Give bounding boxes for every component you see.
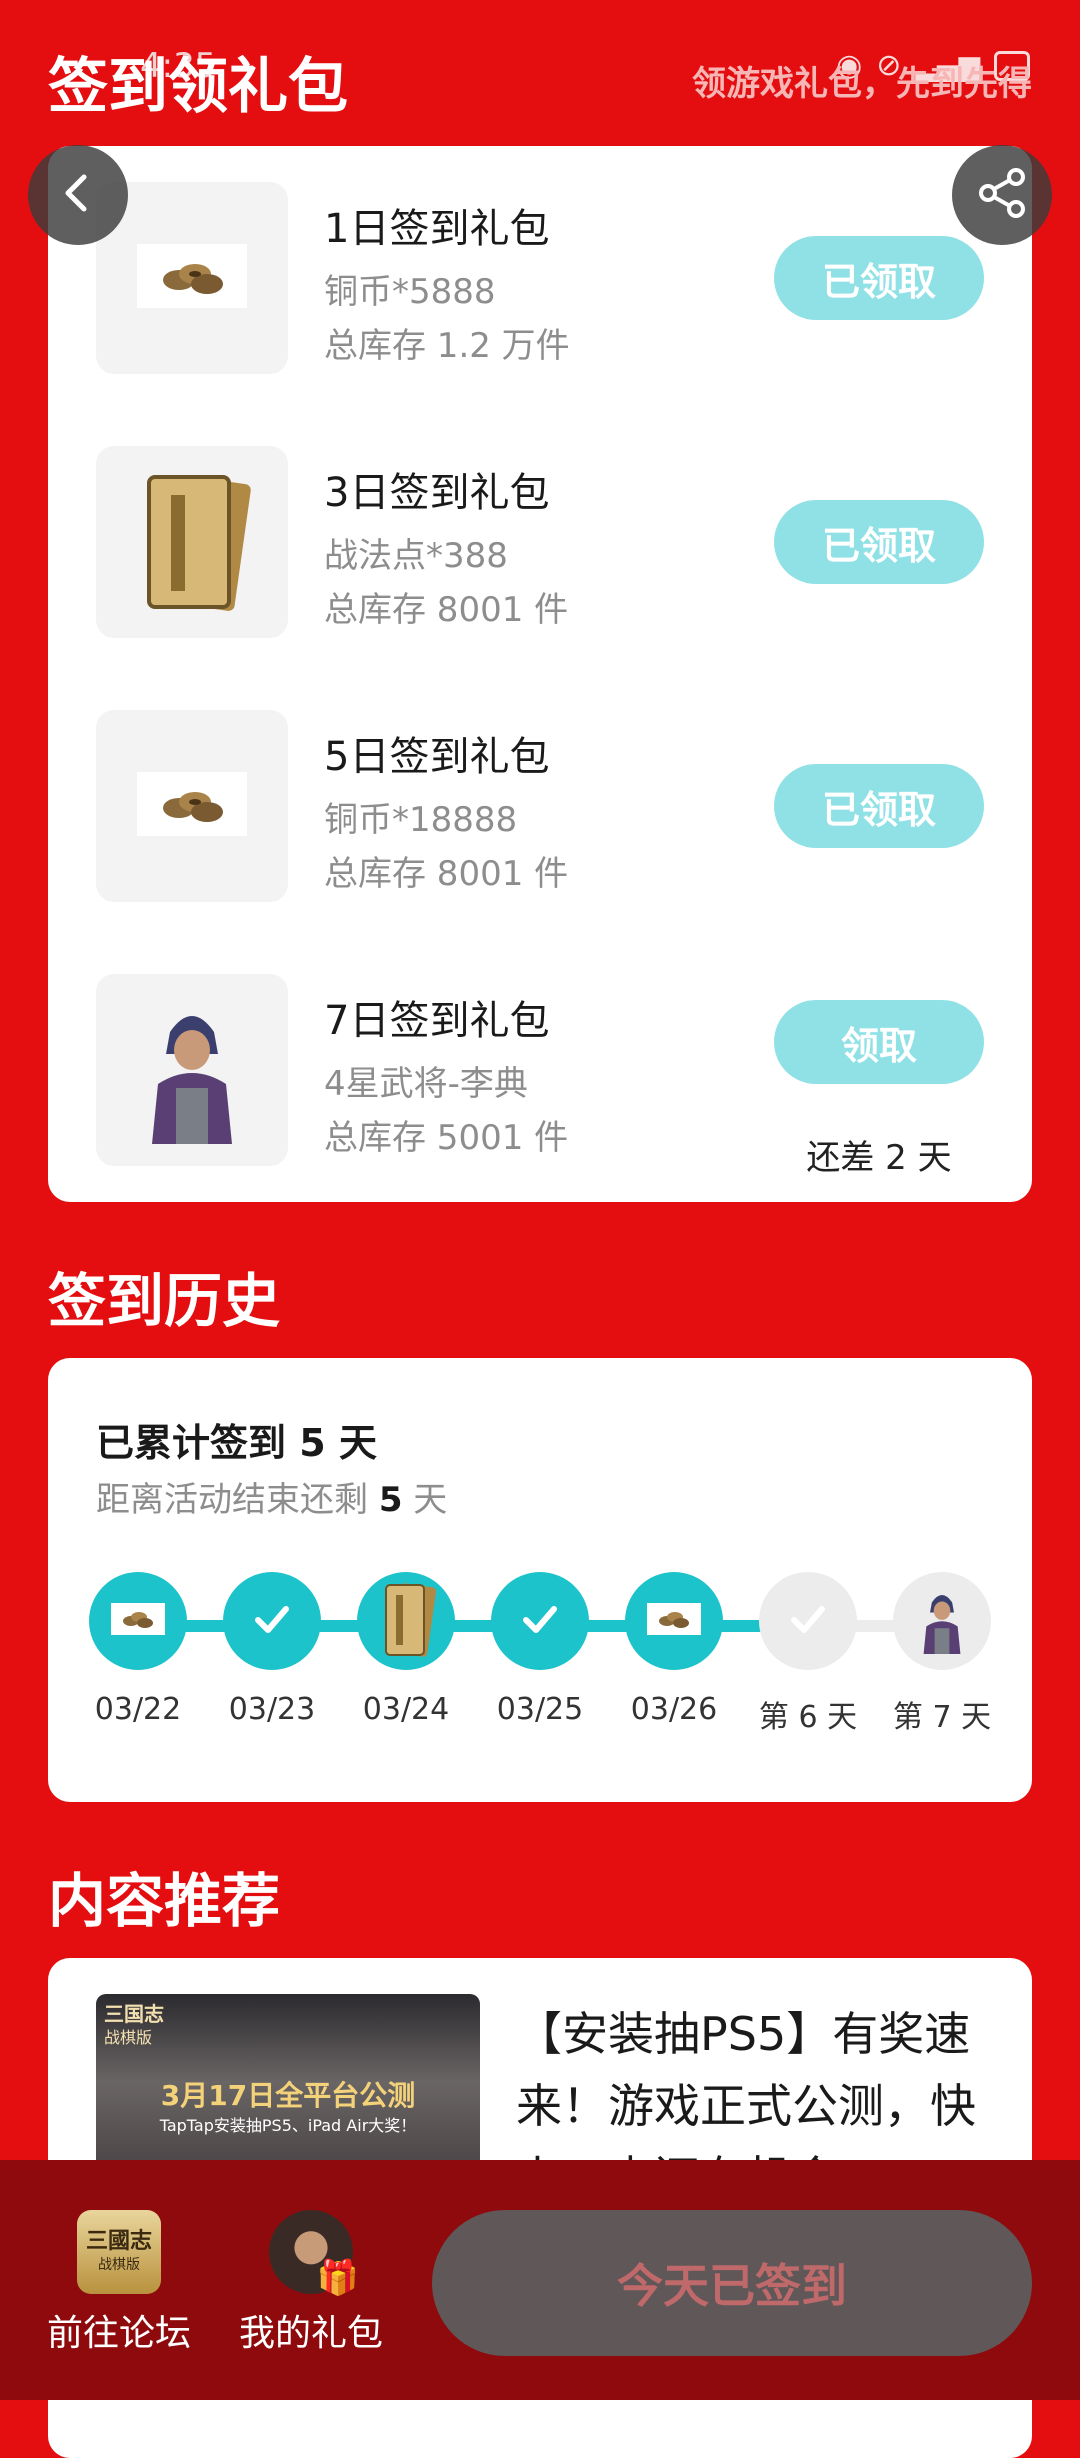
tactic-book-icon — [376, 1579, 437, 1663]
forum-label: 前往论坛 — [46, 2313, 191, 2354]
timeline-label: 03/23 — [228, 1692, 316, 1727]
gift-item: 战法点*388 — [324, 536, 508, 576]
timeline-label: 第 7 天 — [892, 1700, 992, 1735]
timeline-node-day5 — [625, 1572, 723, 1670]
timeline-label: 03/22 — [94, 1692, 182, 1727]
copper-coins-icon — [137, 244, 247, 312]
recommend-section-title: 内容推荐 — [48, 1867, 281, 1935]
history-card: 已累计签到 5 天 距离活动结束还剩 5 天 03/22 03/23 03/24… — [48, 1358, 1032, 1802]
timeline-node-day4 — [491, 1572, 589, 1670]
timeline-label: 第 6 天 — [758, 1700, 858, 1735]
bottom-action-bar: 三國志 战棋版 前往论坛 🎁 我的礼包 今天已签到 — [0, 2160, 1080, 2400]
gift-title: 1日签到礼包 — [324, 206, 550, 252]
timeline-label: 03/25 — [496, 1692, 584, 1727]
copper-coins-icon — [647, 1603, 701, 1639]
gift-stock: 总库存 5001 件 — [324, 1118, 569, 1158]
chevron-left-icon — [56, 171, 100, 219]
gift-row-day3: 3日签到礼包 战法点*388 总库存 8001 件 已领取 — [96, 446, 984, 638]
tactic-book-icon — [127, 465, 257, 619]
days-remaining-text: 还差 2 天 — [806, 1138, 952, 1178]
gift-title: 3日签到礼包 — [324, 470, 550, 516]
share-button[interactable] — [952, 145, 1052, 245]
total-days: 5 — [299, 1421, 326, 1465]
timeline-node-day3 — [357, 1572, 455, 1670]
gift-row-day1: 1日签到礼包 铜币*5888 总库存 1.2 万件 已领取 — [96, 182, 984, 374]
thumb-logo: 三国志 — [104, 2002, 164, 2026]
timeline-node-day7 — [893, 1572, 991, 1670]
my-gifts-button[interactable]: 🎁 我的礼包 — [236, 2210, 386, 2356]
back-button[interactable] — [28, 145, 128, 245]
gift-thumb — [96, 710, 288, 902]
remain-prefix: 距离活动结束还剩 — [96, 1480, 368, 1520]
timeline-label: 03/26 — [630, 1692, 718, 1727]
gift-stock: 总库存 1.2 万件 — [324, 326, 570, 366]
forum-logo-text: 三國志 — [85, 2229, 152, 2254]
claim-button[interactable]: 领取 — [774, 1000, 984, 1084]
gift-row-day5: 5日签到礼包 铜币*18888 总库存 8001 件 已领取 — [96, 710, 984, 902]
gift-box-icon: 🎁 — [316, 2258, 359, 2298]
timeline-node-day6 — [759, 1572, 857, 1670]
my-gifts-avatar: 🎁 — [269, 2210, 359, 2298]
timeline-node-day1 — [89, 1572, 187, 1670]
gift-stock: 总库存 8001 件 — [324, 854, 569, 894]
my-gifts-label: 我的礼包 — [238, 2313, 383, 2354]
event-remaining-text: 距离活动结束还剩 5 天 — [96, 1472, 447, 1521]
total-suffix: 天 — [338, 1421, 377, 1465]
gift-stock: 总库存 8001 件 — [324, 590, 569, 630]
total-prefix: 已累计签到 — [96, 1421, 287, 1465]
copper-coins-icon — [137, 772, 247, 840]
gifts-card: 1日签到礼包 铜币*5888 总库存 1.2 万件 已领取 3日签到礼包 战法点… — [48, 146, 1032, 1202]
gift-item: 铜币*18888 — [324, 800, 518, 840]
thumb-headline: 3月17日全平台公测 — [160, 2079, 416, 2112]
claimed-button[interactable]: 已领取 — [774, 236, 984, 320]
page-title: 签到领礼包 — [48, 52, 348, 122]
claimed-button[interactable]: 已领取 — [774, 764, 984, 848]
gift-item: 铜币*5888 — [324, 272, 496, 312]
forum-button[interactable]: 三國志 战棋版 前往论坛 — [44, 2210, 194, 2356]
signed-today-button[interactable]: 今天已签到 — [432, 2210, 1032, 2356]
page-slogan: 领游戏礼包，先到先得 — [692, 64, 1032, 104]
gift-thumb — [96, 974, 288, 1166]
copper-coins-icon — [111, 1603, 165, 1639]
thumb-logo-sub: 战棋版 — [104, 2028, 153, 2047]
claimed-button[interactable]: 已领取 — [774, 500, 984, 584]
remain-suffix: 天 — [413, 1480, 448, 1520]
total-signin-text: 已累计签到 5 天 — [96, 1412, 377, 1467]
gift-item: 4星武将-李典 — [324, 1064, 528, 1104]
gift-title: 7日签到礼包 — [324, 998, 550, 1044]
thumb-tagline: TapTap安装抽PS5、iPad Air大奖！ — [159, 2116, 417, 2135]
remain-days: 5 — [378, 1480, 403, 1520]
general-portrait-icon — [140, 992, 244, 1148]
history-section-title: 签到历史 — [48, 1267, 281, 1335]
check-icon — [250, 1597, 294, 1645]
gift-row-day7: 7日签到礼包 4星武将-李典 总库存 5001 件 领取 还差 2 天 — [96, 974, 984, 1178]
share-icon — [974, 165, 1030, 225]
forum-logo-sub: 战棋版 — [98, 2257, 140, 2273]
check-icon — [518, 1597, 562, 1645]
timeline-node-day2 — [223, 1572, 321, 1670]
general-portrait-icon — [918, 1584, 966, 1658]
timeline-label: 03/24 — [362, 1692, 450, 1727]
gift-title: 5日签到礼包 — [324, 734, 550, 780]
game-logo-icon: 三國志 战棋版 — [77, 2210, 161, 2294]
check-icon — [786, 1597, 830, 1645]
gift-thumb — [96, 446, 288, 638]
